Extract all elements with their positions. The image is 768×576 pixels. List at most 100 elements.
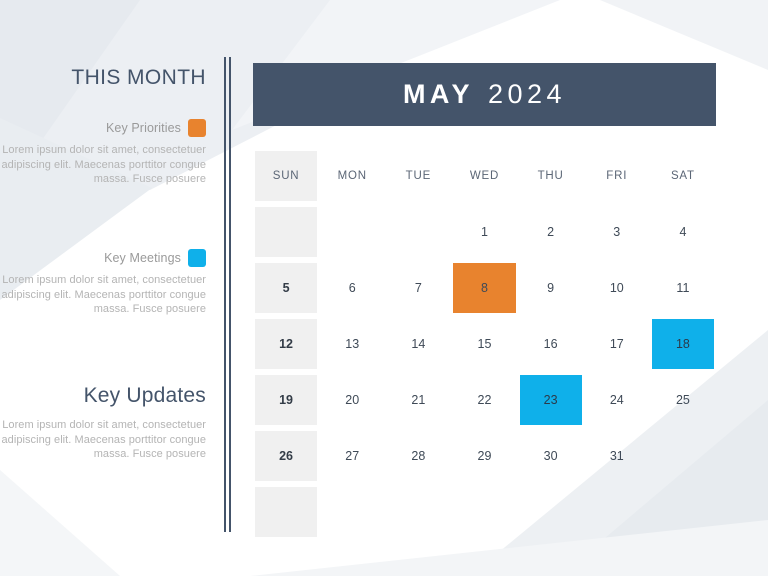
- calendar-day-cell[interactable]: 23: [518, 372, 584, 428]
- weekday-header-tue: TUE: [385, 148, 451, 204]
- calendar-day-cell[interactable]: 7: [385, 260, 451, 316]
- calendar-empty-cell: [650, 428, 716, 484]
- calendar-day-cell[interactable]: 20: [319, 372, 385, 428]
- calendar: MAY 2024 SUN MON TUE WED THU FRI SAT 1 2 3 4 5 6 7 8 9 1…: [253, 63, 716, 540]
- calendar-day-number: 8: [481, 281, 488, 295]
- weekday-header-label: WED: [469, 170, 500, 182]
- calendar-grid: SUN MON TUE WED THU FRI SAT 1 2 3 4 5 6 7 8 9 10 11 12 13 14…: [253, 148, 716, 540]
- calendar-day-bg: [453, 487, 515, 537]
- calendar-day-cell[interactable]: 29: [451, 428, 517, 484]
- calendar-day-cell[interactable]: 18: [650, 316, 716, 372]
- legend-header: Key Priorities: [0, 118, 206, 138]
- weekday-header-sat: SAT: [650, 148, 716, 204]
- legend-item-key-priorities: Key Priorities Lorem ipsum dolor sit ame…: [0, 118, 206, 187]
- calendar-day-number: 23: [543, 393, 558, 407]
- calendar-day-number: 6: [348, 281, 356, 295]
- calendar-day-bg: [321, 487, 383, 537]
- calendar-day-cell[interactable]: 16: [518, 316, 584, 372]
- calendar-day-cell[interactable]: 11: [650, 260, 716, 316]
- weekday-header-label: MON: [337, 170, 367, 182]
- calendar-day-cell[interactable]: 6: [319, 260, 385, 316]
- calendar-empty-cell: [584, 484, 650, 540]
- weekday-header-label: FRI: [606, 170, 628, 182]
- calendar-day-bg: [652, 431, 714, 481]
- calendar-year-label: 2024: [487, 79, 567, 109]
- calendar-day-cell[interactable]: 4: [650, 204, 716, 260]
- calendar-day-cell[interactable]: 15: [451, 316, 517, 372]
- calendar-day-bg: [255, 487, 318, 537]
- calendar-day-cell[interactable]: 31: [584, 428, 650, 484]
- calendar-day-number: 11: [676, 281, 690, 295]
- calendar-empty-cell: [319, 484, 385, 540]
- calendar-month-header: MAY 2024: [253, 63, 716, 126]
- calendar-day-cell[interactable]: 21: [385, 372, 451, 428]
- weekday-header-thu: THU: [518, 148, 584, 204]
- calendar-empty-cell: [385, 204, 451, 260]
- calendar-day-number: 21: [411, 393, 426, 407]
- calendar-day-number: 2: [547, 225, 555, 239]
- calendar-empty-cell: [518, 484, 584, 540]
- calendar-day-bg: [321, 207, 383, 257]
- weekday-header-mon: MON: [319, 148, 385, 204]
- key-updates-title: Key Updates: [83, 384, 206, 407]
- calendar-day-number: 29: [477, 449, 492, 463]
- calendar-day-bg: [387, 207, 449, 257]
- key-updates-body: Lorem ipsum dolor sit amet, consectetuer…: [1, 419, 206, 461]
- weekday-header-wed: WED: [451, 148, 517, 204]
- weekday-header-label: SAT: [670, 170, 695, 182]
- calendar-day-cell[interactable]: 13: [319, 316, 385, 372]
- legend-body-key-priorities: Lorem ipsum dolor sit amet, consectetuer…: [1, 144, 206, 186]
- calendar-day-number: 9: [547, 281, 555, 295]
- calendar-day-bg: [586, 487, 648, 537]
- calendar-day-number: 1: [481, 225, 488, 239]
- calendar-day-number: 24: [609, 393, 624, 407]
- calendar-day-number: 7: [414, 281, 422, 295]
- divider-line-left: [224, 57, 226, 532]
- calendar-day-cell[interactable]: 24: [584, 372, 650, 428]
- calendar-day-number: 17: [609, 337, 624, 351]
- calendar-day-cell[interactable]: 9: [518, 260, 584, 316]
- calendar-day-cell[interactable]: 17: [584, 316, 650, 372]
- legend-item-key-meetings: Key Meetings Lorem ipsum dolor sit amet,…: [0, 248, 206, 317]
- calendar-day-number: 13: [345, 337, 360, 351]
- calendar-day-number: 19: [279, 393, 294, 407]
- page-title: THIS MONTH: [71, 66, 206, 89]
- calendar-day-cell[interactable]: 5: [253, 260, 319, 316]
- calendar-day-cell[interactable]: 27: [319, 428, 385, 484]
- calendar-day-number: 3: [613, 225, 621, 239]
- calendar-day-number: 15: [477, 337, 492, 351]
- calendar-day-cell[interactable]: 25: [650, 372, 716, 428]
- weekday-header-label: TUE: [405, 170, 432, 182]
- calendar-day-number: 22: [477, 393, 492, 407]
- calendar-day-cell[interactable]: 8: [451, 260, 517, 316]
- calendar-day-cell[interactable]: 19: [253, 372, 319, 428]
- legend-body-key-meetings: Lorem ipsum dolor sit amet, consectetuer…: [1, 274, 206, 316]
- calendar-day-cell[interactable]: 28: [385, 428, 451, 484]
- calendar-day-cell[interactable]: 26: [253, 428, 319, 484]
- calendar-empty-cell: [650, 484, 716, 540]
- calendar-empty-cell: [253, 204, 319, 260]
- sidebar: THIS MONTH Key Priorities Lorem ipsum do…: [0, 0, 215, 576]
- calendar-day-cell[interactable]: 12: [253, 316, 319, 372]
- calendar-day-cell[interactable]: 1: [451, 204, 517, 260]
- calendar-day-cell[interactable]: 30: [518, 428, 584, 484]
- legend-label-key-meetings: Key Meetings: [104, 251, 181, 265]
- blue-swatch-icon: [188, 249, 206, 267]
- calendar-day-number: 12: [279, 337, 294, 351]
- vertical-divider: [224, 57, 232, 532]
- weekday-header-label: SUN: [272, 170, 300, 182]
- calendar-day-cell[interactable]: 2: [518, 204, 584, 260]
- weekday-header-fri: FRI: [584, 148, 650, 204]
- calendar-day-number: 4: [679, 225, 687, 239]
- calendar-day-bg: [652, 487, 714, 537]
- calendar-day-number: 28: [411, 449, 426, 463]
- calendar-day-number: 30: [543, 449, 558, 463]
- legend-header: Key Meetings: [0, 248, 206, 268]
- weekday-header-label: THU: [537, 170, 564, 182]
- calendar-empty-cell: [253, 484, 319, 540]
- calendar-day-cell[interactable]: 14: [385, 316, 451, 372]
- calendar-day-cell[interactable]: 10: [584, 260, 650, 316]
- calendar-day-cell[interactable]: 22: [451, 372, 517, 428]
- calendar-day-number: 10: [609, 281, 624, 295]
- calendar-day-cell[interactable]: 3: [584, 204, 650, 260]
